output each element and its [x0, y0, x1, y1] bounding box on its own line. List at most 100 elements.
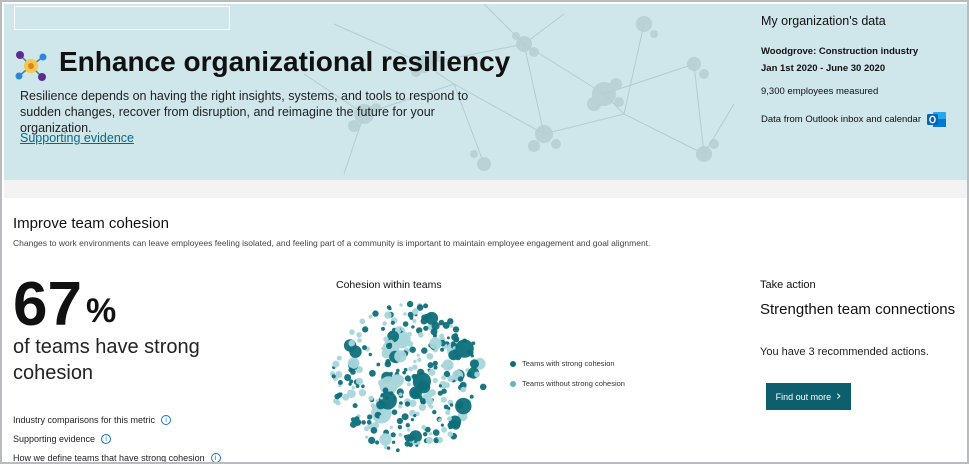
team-bubble [400, 327, 405, 332]
team-bubble [418, 332, 424, 338]
team-bubble [396, 368, 400, 373]
team-bubble [401, 413, 409, 421]
team-bubble [398, 432, 403, 437]
team-bubble [407, 331, 412, 337]
info-icon[interactable]: i [210, 452, 221, 462]
info-icon[interactable]: i [161, 414, 172, 425]
team-bubble [455, 397, 472, 415]
info-link-label: Supporting evidence [13, 433, 96, 444]
team-bubble [405, 423, 410, 428]
team-bubble [367, 414, 373, 420]
team-bubble [423, 303, 429, 309]
org-data-title: My organization's data [761, 14, 886, 28]
legend-item-weak: Teams without strong cohesion [510, 379, 640, 389]
team-bubble [388, 306, 392, 311]
chart-legend: Teams with strong cohesion Teams without… [510, 359, 640, 399]
team-bubble [398, 404, 403, 409]
info-link-industry-comparisons[interactable]: Industry comparisons for this metric i [13, 410, 221, 429]
team-bubble [347, 357, 360, 369]
team-bubble [427, 362, 434, 369]
legend-label-weak: Teams without strong cohesion [522, 379, 625, 388]
team-bubble [440, 347, 445, 352]
team-bubble [335, 371, 343, 379]
team-bubble [416, 441, 421, 445]
team-bubble [337, 380, 343, 385]
team-bubble [389, 371, 393, 376]
team-bubble [427, 403, 432, 407]
team-bubble [417, 357, 422, 363]
team-bubble [429, 337, 442, 350]
team-bubble [406, 382, 411, 387]
team-bubble [365, 435, 369, 439]
team-bubble [390, 320, 395, 325]
team-bubble [361, 420, 366, 425]
org-employee-count: 9,300 employees measured [761, 86, 879, 97]
team-bubble [376, 362, 381, 367]
legend-dot-strong [510, 361, 516, 367]
team-bubble [420, 317, 428, 325]
team-bubble [408, 442, 413, 448]
team-bubble [404, 401, 411, 407]
team-bubble [449, 324, 453, 328]
team-bubble [404, 375, 411, 382]
team-bubble [380, 393, 385, 398]
team-bubble [372, 310, 379, 317]
legend-item-strong: Teams with strong cohesion [510, 359, 640, 369]
team-bubble [362, 326, 369, 333]
team-bubble [361, 384, 365, 389]
team-bubble [332, 360, 340, 368]
info-link-cohesion-definition[interactable]: How we define teams that have strong coh… [13, 448, 221, 463]
team-bubble [445, 409, 451, 416]
info-link-label: How we define teams that have strong coh… [13, 452, 205, 463]
action-text: You have 3 recommended actions. [760, 346, 929, 358]
team-bubble [421, 400, 426, 405]
team-bubble [368, 352, 372, 357]
team-bubble [433, 365, 438, 370]
team-bubble [384, 311, 392, 319]
org-data-source: Data from Outlook inbox and calendar [761, 111, 961, 128]
team-bubble [357, 338, 362, 343]
team-bubble [369, 369, 376, 377]
team-bubble [348, 382, 352, 386]
team-bubble [394, 350, 407, 363]
team-bubble [375, 440, 380, 445]
team-bubble [412, 364, 418, 370]
team-bubble [410, 418, 414, 422]
team-bubble [355, 384, 360, 388]
team-bubble [469, 350, 474, 356]
team-bubble [391, 409, 398, 415]
org-company: Woodgrove: Construction industry [761, 46, 919, 57]
team-bubble [390, 432, 396, 438]
network-hub-icon [15, 51, 47, 81]
metric-caption: of teams have strong cohesion [13, 336, 200, 384]
team-bubble [457, 376, 464, 382]
team-bubble [370, 403, 376, 409]
hero-title: Enhance organizational resiliency [59, 46, 511, 77]
team-bubble [426, 353, 434, 360]
team-bubble [396, 328, 402, 334]
find-out-more-button[interactable]: Find out more › [766, 383, 851, 410]
team-bubble [426, 391, 433, 399]
team-bubble [355, 377, 364, 385]
info-icon[interactable]: i [101, 433, 112, 444]
team-bubble [460, 386, 467, 393]
team-bubble [406, 300, 414, 308]
team-bubble [402, 321, 409, 327]
chart-title: Cohesion within teams [336, 279, 442, 291]
team-bubble [368, 395, 374, 401]
app-frame: Enhance organizational resiliency Resili… [0, 0, 969, 464]
team-bubble [423, 325, 429, 331]
team-bubble [440, 333, 444, 338]
info-link-supporting-evidence[interactable]: Supporting evidence i [13, 429, 221, 448]
team-bubble [391, 440, 396, 444]
team-bubble [448, 426, 452, 430]
team-bubble [344, 374, 352, 381]
top-placeholder-box [14, 6, 230, 30]
team-bubble [412, 318, 417, 324]
cohesion-bubble-chart [330, 300, 487, 453]
team-bubble [440, 423, 444, 427]
team-bubble [441, 375, 446, 380]
team-bubble [443, 382, 450, 389]
supporting-evidence-link[interactable]: Supporting evidence [20, 131, 134, 145]
team-bubble [406, 428, 411, 432]
